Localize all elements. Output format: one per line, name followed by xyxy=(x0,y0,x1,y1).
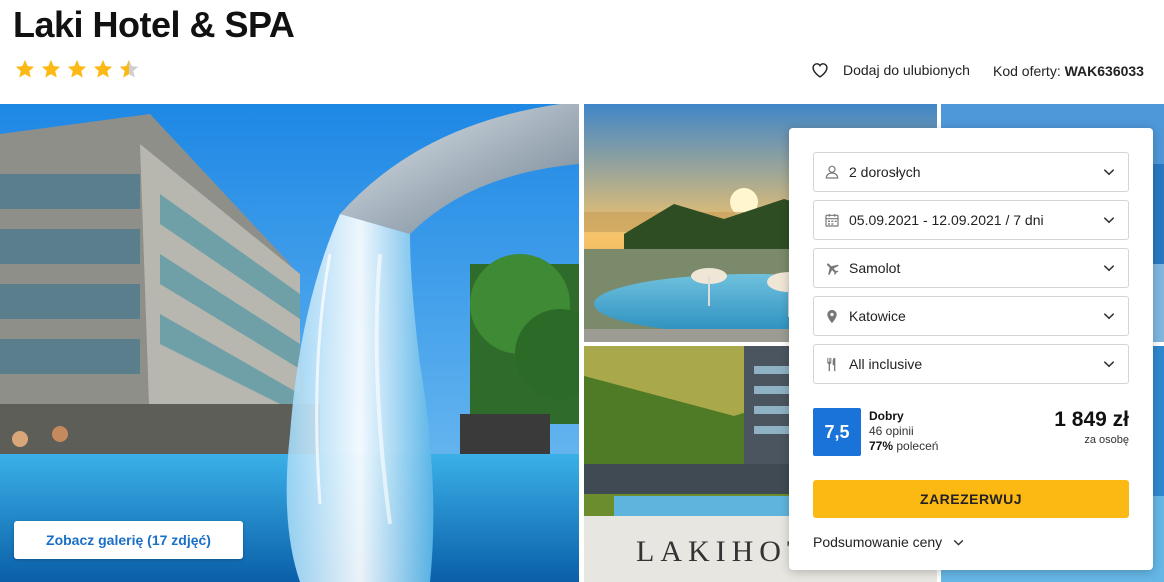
departure-city-select[interactable]: Katowice xyxy=(813,296,1129,336)
star-icon xyxy=(67,59,87,78)
chevron-down-icon xyxy=(1103,361,1115,368)
review-count: 46 opinii xyxy=(869,424,914,438)
half-star-icon xyxy=(119,59,139,78)
price-summary-toggle[interactable]: Podsumowanie ceny xyxy=(813,534,965,550)
transport-select[interactable]: Samolot xyxy=(813,248,1129,288)
offer-code-label: Kod oferty: xyxy=(993,63,1061,79)
hotel-title: Laki Hotel & SPA xyxy=(13,4,295,45)
person-icon xyxy=(823,163,841,181)
cutlery-icon xyxy=(823,355,841,373)
heart-icon xyxy=(812,63,828,78)
booking-panel: 2 dorosłych 05.09.2021 - 12.09.2021 / 7 … xyxy=(789,128,1153,570)
rating-label: Dobry xyxy=(869,409,904,423)
chevron-down-icon xyxy=(1103,169,1115,176)
view-gallery-button[interactable]: Zobacz galerię (17 zdjęć) xyxy=(14,521,243,559)
plane-icon xyxy=(823,259,841,277)
price-block: 1 849 zł za osobę xyxy=(1054,408,1129,446)
dates-select[interactable]: 05.09.2021 - 12.09.2021 / 7 dni xyxy=(813,200,1129,240)
recommendation-line: 77% poleceń xyxy=(869,439,938,454)
chevron-down-icon xyxy=(953,539,964,546)
price-amount: 1 849 zł xyxy=(1054,408,1129,431)
star-icon xyxy=(93,59,113,78)
recommend-label: poleceń xyxy=(896,439,939,453)
board-select[interactable]: All inclusive xyxy=(813,344,1129,384)
chevron-down-icon xyxy=(1103,313,1115,320)
star-icon xyxy=(41,59,61,78)
rating-score-badge: 7,5 xyxy=(813,408,861,456)
price-per-person: za osobę xyxy=(1084,434,1129,446)
travelers-label: 2 dorosłych xyxy=(849,164,921,180)
departure-city-label: Katowice xyxy=(849,308,906,324)
offer-code-value: WAK636033 xyxy=(1064,63,1144,79)
location-pin-icon xyxy=(823,307,841,325)
travelers-select[interactable]: 2 dorosłych xyxy=(813,152,1129,192)
offer-code: Kod oferty: WAK636033 xyxy=(993,63,1144,79)
main-photo-hotel-fountain[interactable] xyxy=(0,104,579,582)
chevron-down-icon xyxy=(1103,217,1115,224)
star-icon xyxy=(15,59,35,78)
calendar-icon xyxy=(823,211,841,229)
rating-details[interactable]: Dobry 46 opinii 77% poleceń xyxy=(869,409,938,454)
chevron-down-icon xyxy=(1103,265,1115,272)
star-rating xyxy=(14,58,140,80)
book-button[interactable]: ZAREZERWUJ xyxy=(813,480,1129,518)
favorite-label: Dodaj do ulubionych xyxy=(843,62,970,78)
board-label: All inclusive xyxy=(849,356,923,372)
dates-label: 05.09.2021 - 12.09.2021 / 7 dni xyxy=(849,212,1044,228)
recommend-percent: 77% xyxy=(869,439,894,453)
price-summary-label: Podsumowanie ceny xyxy=(813,534,943,550)
add-to-favorites-button[interactable]: Dodaj do ulubionych xyxy=(811,62,970,78)
transport-label: Samolot xyxy=(849,260,901,276)
